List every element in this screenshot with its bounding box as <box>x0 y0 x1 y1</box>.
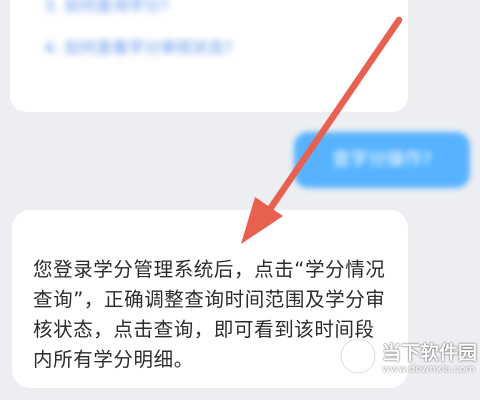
watermark-title: 当下软件园 <box>382 342 478 364</box>
arrow-shaft <box>264 16 403 216</box>
watermark-url: www.downxia.com <box>382 364 476 375</box>
chat-area: 3. 如何查询学分? 4. 如何查看学分审核状态? 查学分操作? 您登录学分管理… <box>0 0 480 400</box>
watermark-logo-icon <box>339 337 377 375</box>
watermark: 当下软件园 www.downxia.com <box>338 330 477 386</box>
